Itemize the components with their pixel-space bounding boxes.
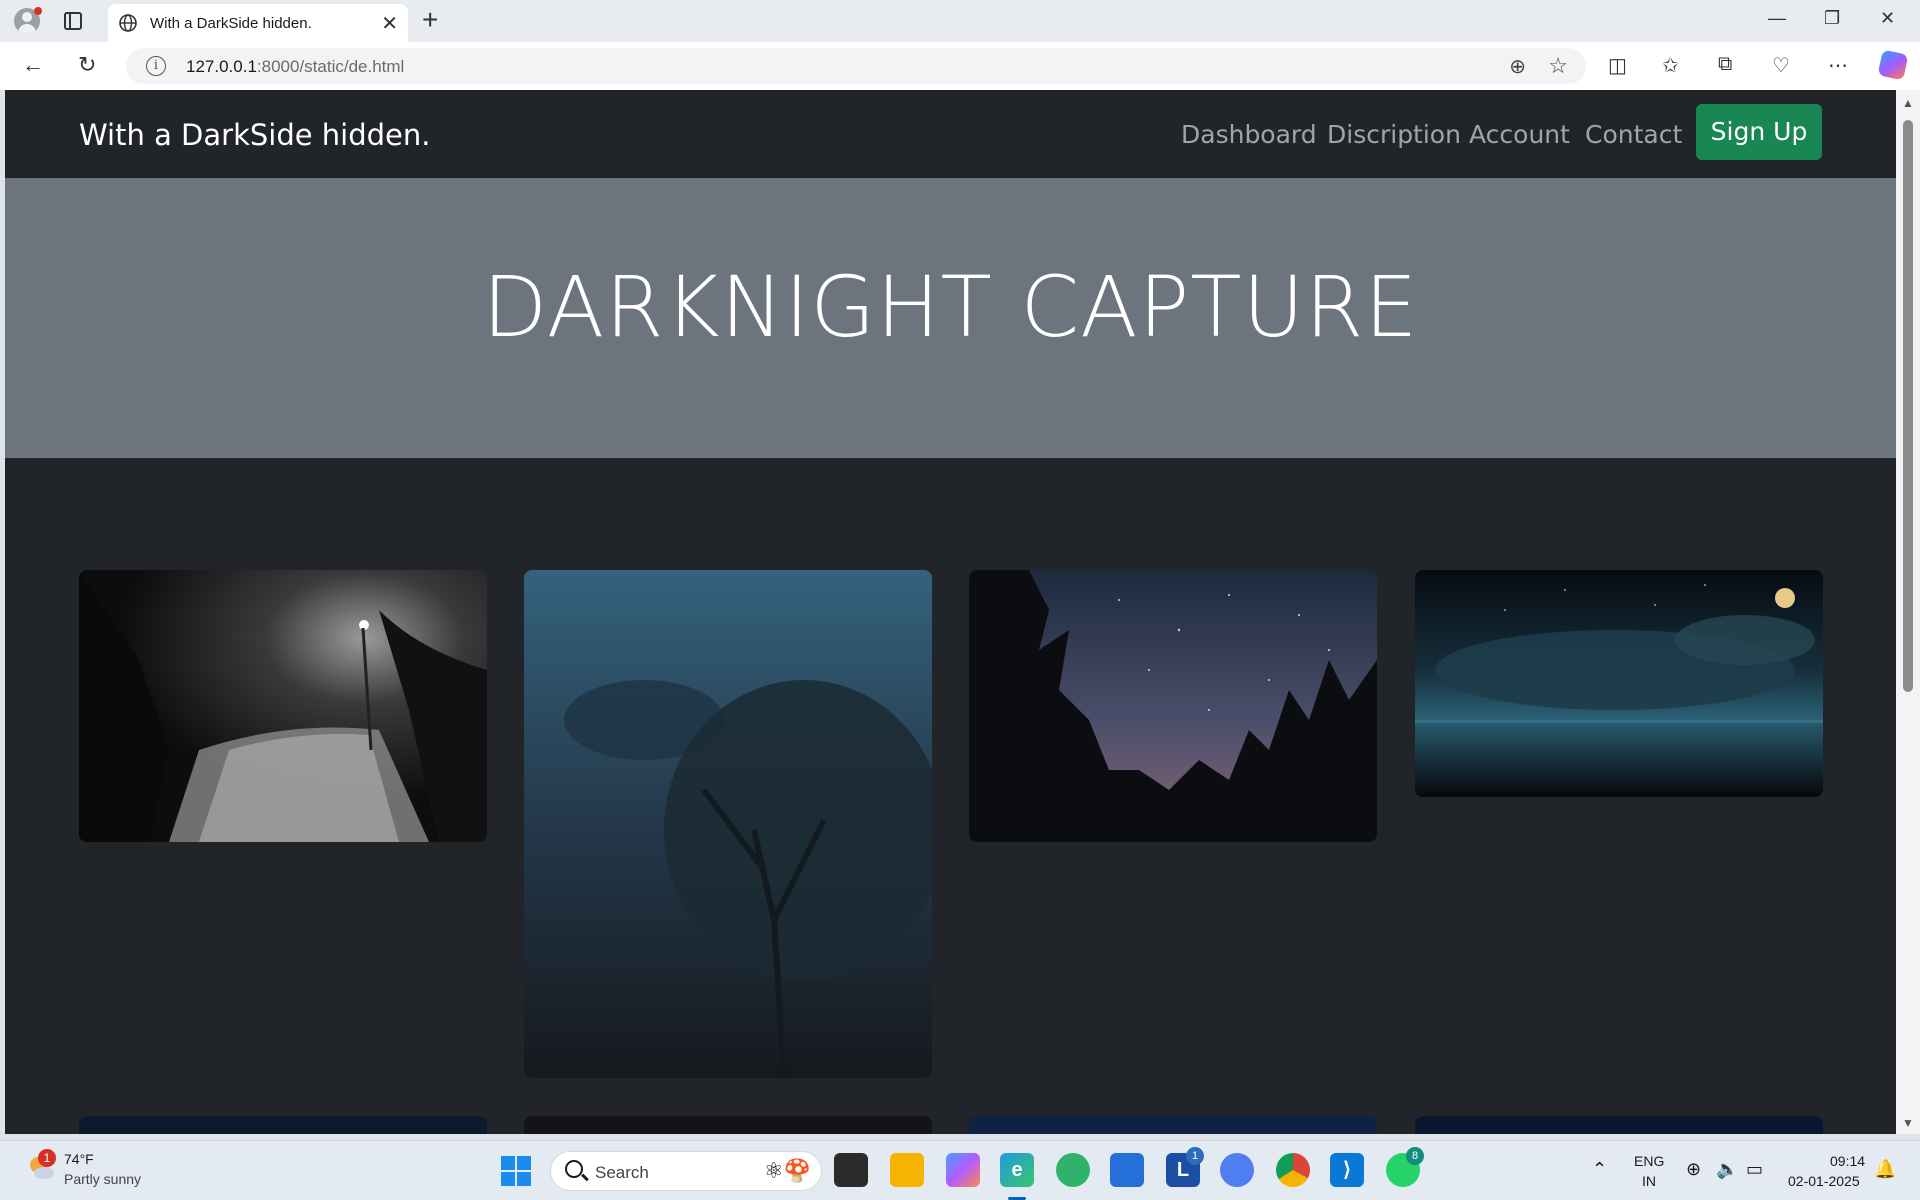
search-icon: [565, 1160, 583, 1178]
battery-icon[interactable]: ▭: [1746, 1159, 1763, 1180]
refresh-icon[interactable]: ↻: [78, 52, 96, 78]
photo-row2-1[interactable]: [79, 1116, 487, 1134]
restore-icon[interactable]: ❐: [1824, 8, 1840, 29]
chrome-icon[interactable]: [1276, 1153, 1310, 1187]
scroll-thumb[interactable]: [1903, 120, 1913, 692]
more-menu-icon[interactable]: ⋯: [1828, 53, 1848, 78]
whatsapp-badge: 8: [1406, 1147, 1424, 1165]
search-highlight-icon: ⚛🍄: [763, 1158, 811, 1183]
back-icon[interactable]: ←: [22, 52, 44, 78]
photo-misty-tree[interactable]: [524, 570, 932, 1078]
network-icon[interactable]: ⊕: [1686, 1159, 1701, 1180]
foggy-street-image: [79, 570, 487, 842]
new-tab-button[interactable]: +: [422, 4, 438, 36]
photo-foggy-street[interactable]: [79, 570, 487, 842]
clock-date[interactable]: 02-01-2025: [1788, 1173, 1860, 1189]
url-text[interactable]: 127.0.0.1:8000/static/de.html: [186, 57, 404, 77]
file-explorer-icon[interactable]: [890, 1153, 924, 1187]
notification-bell-icon[interactable]: 🔔: [1874, 1159, 1896, 1180]
nav-link-dashboard[interactable]: Dashboard: [1181, 120, 1317, 149]
url-path: :8000/static/de.html: [256, 57, 405, 76]
zoom-icon[interactable]: ⊕: [1509, 54, 1526, 79]
l-app-badge: 1: [1186, 1147, 1204, 1165]
weather-desc[interactable]: Partly sunny: [64, 1171, 141, 1187]
photo-moonlit-sea[interactable]: [1415, 570, 1823, 797]
photo-row2-3[interactable]: [969, 1116, 1377, 1134]
collections-icon[interactable]: ⧉: [1718, 53, 1732, 76]
url-host: 127.0.0.1: [186, 57, 257, 76]
windows-taskbar: 1 74°F Partly sunny Search ⚛🍄 e L 1 ⟩ 8 …: [0, 1140, 1920, 1200]
vscode-icon[interactable]: ⟩: [1330, 1153, 1364, 1187]
tab-close-icon[interactable]: ✕: [381, 11, 398, 36]
tab-actions-icon[interactable]: [64, 12, 82, 30]
photo-starry-forest[interactable]: [969, 570, 1377, 842]
language-eng[interactable]: ENG: [1634, 1153, 1664, 1169]
tab-title: With a DarkSide hidden.: [150, 15, 312, 32]
site-info-icon[interactable]: i: [146, 56, 166, 76]
clock-time[interactable]: 09:14: [1830, 1153, 1865, 1169]
globe-icon: [119, 14, 137, 32]
volume-icon[interactable]: 🔈: [1716, 1159, 1738, 1180]
copilot-icon[interactable]: [1877, 49, 1909, 81]
site-navbar: With a DarkSide hidden. Dashboard Discri…: [5, 90, 1896, 178]
misty-tree-image: [524, 570, 932, 1078]
search-label: Search: [595, 1163, 649, 1182]
language-in[interactable]: IN: [1642, 1173, 1656, 1189]
moonlit-sea-image: [1415, 570, 1823, 797]
tray-overflow-chevron-icon[interactable]: ⌃: [1592, 1159, 1607, 1180]
address-toolbar: ← ↻ i 127.0.0.1:8000/static/de.html ⊕ ☆ …: [0, 42, 1920, 90]
copilot-app-icon[interactable]: [946, 1153, 980, 1187]
window-close-icon[interactable]: ✕: [1880, 8, 1895, 29]
favorite-star-icon[interactable]: ☆: [1548, 53, 1568, 79]
photo-row2-4[interactable]: [1415, 1116, 1823, 1134]
windows-start-icon[interactable]: [501, 1156, 531, 1186]
favorites-icon[interactable]: ✩: [1662, 53, 1679, 78]
starry-forest-image: [969, 570, 1377, 842]
navbar-brand[interactable]: With a DarkSide hidden.: [79, 118, 431, 152]
photo-row2-2[interactable]: [524, 1116, 932, 1134]
task-view-icon[interactable]: [834, 1153, 868, 1187]
scroll-down-icon[interactable]: ▼: [1902, 1116, 1914, 1130]
minimize-icon[interactable]: —: [1768, 8, 1786, 29]
profile-notification-dot: [34, 7, 42, 15]
browser-essentials-icon[interactable]: ♡: [1772, 53, 1790, 78]
hero-banner: DARKNIGHT CAPTURE: [5, 178, 1896, 458]
microsoft-store-icon[interactable]: [1110, 1153, 1144, 1187]
refresh-app-icon[interactable]: [1056, 1153, 1090, 1187]
edge-browser-icon[interactable]: e: [1000, 1153, 1034, 1187]
web-page: With a DarkSide hidden. Dashboard Discri…: [5, 90, 1896, 1134]
hero-title: DARKNIGHT CAPTURE: [482, 258, 1419, 356]
weather-temp[interactable]: 74°F: [64, 1151, 94, 1167]
scroll-up-icon[interactable]: ▲: [1902, 96, 1914, 110]
nav-link-contact[interactable]: Contact: [1585, 120, 1682, 149]
sign-up-button[interactable]: Sign Up: [1696, 104, 1822, 160]
nav-link-account[interactable]: Account: [1469, 120, 1570, 149]
url-bar[interactable]: i 127.0.0.1:8000/static/de.html ⊕ ☆: [126, 48, 1586, 84]
browser-tab-bar: With a DarkSide hidden. ✕ + — ❐ ✕: [0, 0, 1920, 42]
nav-link-discription[interactable]: Discription: [1327, 120, 1461, 149]
split-screen-icon[interactable]: ◫: [1608, 53, 1627, 78]
browser-tab[interactable]: With a DarkSide hidden. ✕: [108, 4, 408, 42]
page-scrollbar[interactable]: ▲ ▼: [1896, 90, 1920, 1134]
taskbar-search[interactable]: Search ⚛🍄: [550, 1151, 822, 1191]
weather-badge: 1: [38, 1149, 56, 1167]
mountain-app-icon[interactable]: [1220, 1153, 1254, 1187]
